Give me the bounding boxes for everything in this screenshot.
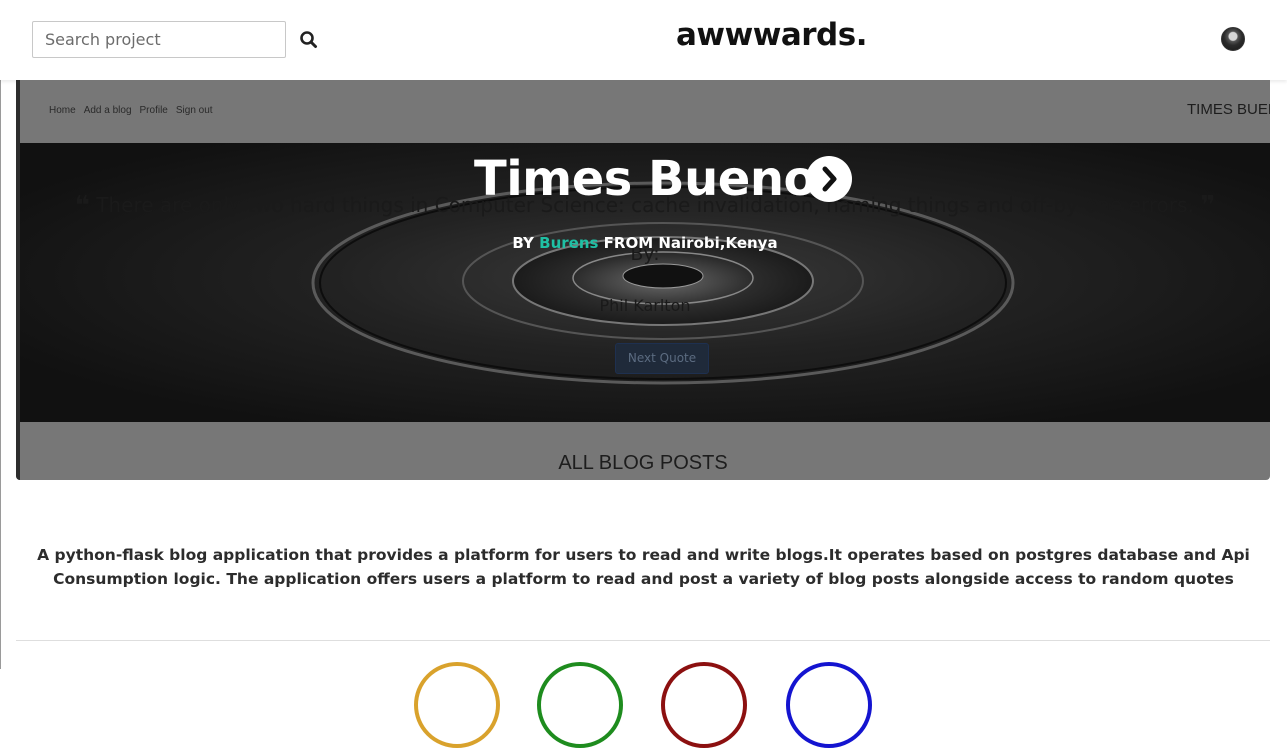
rating-circle-creativity xyxy=(661,662,747,748)
project-preview-frame: Home Add a blog Profile Sign out TIMES B… xyxy=(16,80,1270,480)
blog-hero-title: Times Bueno xyxy=(473,151,817,207)
rating-circle-usability xyxy=(537,662,623,748)
page-left-border xyxy=(0,0,1,669)
site-logo[interactable]: awwwards. xyxy=(0,17,1287,53)
byline-location: FROM Nairobi,Kenya xyxy=(603,234,778,252)
preview-nav-home[interactable]: Home xyxy=(49,105,76,116)
top-header: awwwards. xyxy=(0,0,1287,80)
user-avatar[interactable] xyxy=(1221,27,1245,51)
section-divider xyxy=(16,640,1270,641)
preview-brand[interactable]: TIMES BUENO xyxy=(1187,101,1270,118)
all-blog-posts-heading: ALL BLOG POSTS xyxy=(558,452,728,474)
preview-nav-sign-out[interactable]: Sign out xyxy=(176,105,213,116)
site-logo-text: awwwards. xyxy=(676,17,867,53)
next-slide-button[interactable] xyxy=(806,156,852,202)
rating-circle-design xyxy=(414,662,500,748)
preview-nav-profile[interactable]: Profile xyxy=(140,105,168,116)
quote-author: Phil Karlton xyxy=(599,296,691,315)
rating-circle-content xyxy=(786,662,872,748)
blog-byline: BY Burens FROM Nairobi,Kenya xyxy=(20,234,1270,252)
project-description: A python-flask blog application that pro… xyxy=(37,545,1250,588)
byline-prefix: BY xyxy=(512,234,534,252)
chevron-right-icon xyxy=(822,166,837,192)
byline-username[interactable]: Burens xyxy=(539,234,598,252)
next-quote-button[interactable]: Next Quote xyxy=(615,343,709,374)
preview-nav-add-blog[interactable]: Add a blog xyxy=(84,105,132,116)
preview-nav: Home Add a blog Profile Sign out xyxy=(49,105,213,116)
preview-hero: ❝ There are only two hard things in Comp… xyxy=(20,143,1270,422)
